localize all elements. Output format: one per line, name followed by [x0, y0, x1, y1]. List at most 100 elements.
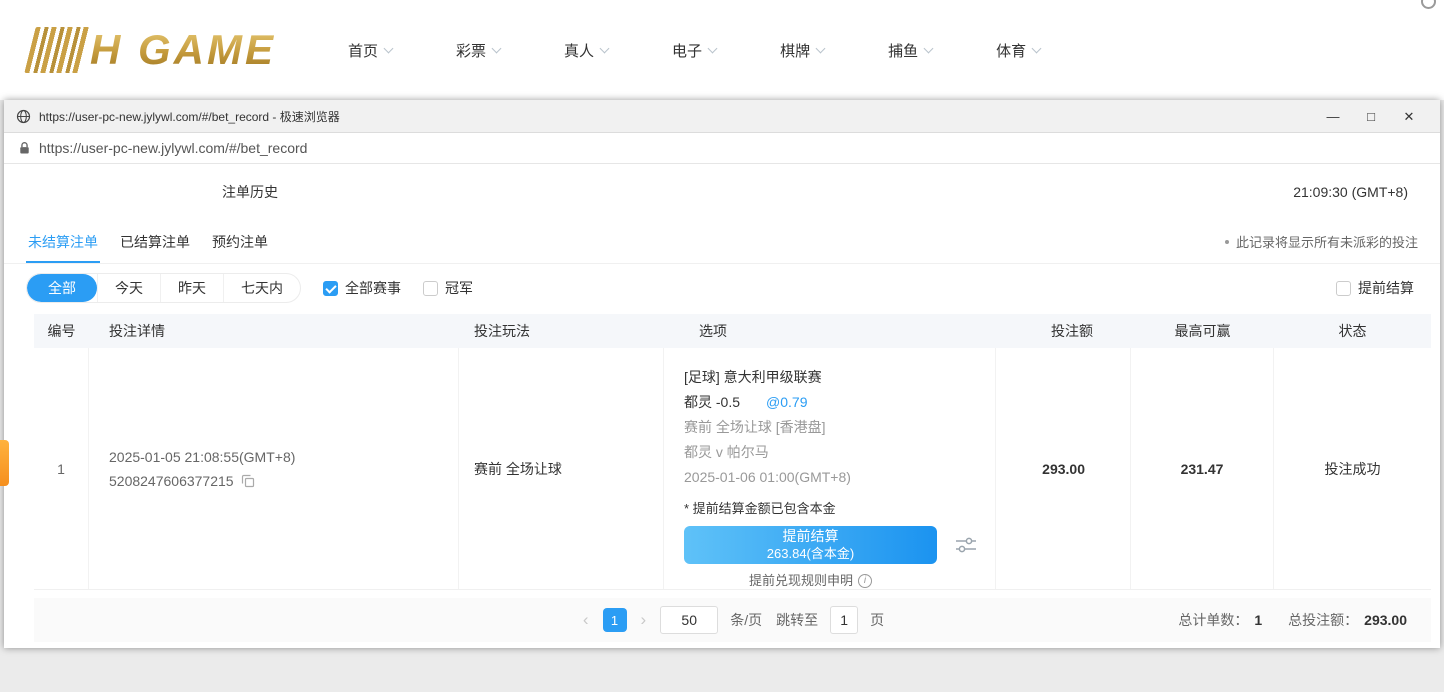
minimize-button[interactable]: —: [1314, 100, 1352, 133]
bullet-dot-icon: [1225, 240, 1229, 244]
close-button[interactable]: ✕: [1390, 100, 1428, 133]
tab-label: 预约注单: [212, 232, 268, 252]
jump-suffix: 页: [870, 610, 884, 630]
all-events-checkbox[interactable]: 全部赛事: [323, 278, 401, 298]
next-page-icon[interactable]: ›: [637, 610, 651, 630]
col-header-stake: 投注额: [996, 321, 1131, 341]
maximize-button[interactable]: □: [1352, 100, 1390, 133]
tab-label: 已结算注单: [120, 232, 190, 252]
page-title: 注单历史: [4, 182, 278, 202]
chevron-down-icon: [384, 43, 394, 53]
tab-reserved[interactable]: 预约注单: [210, 220, 270, 263]
cell-id: 1: [34, 348, 89, 589]
chevron-down-icon: [708, 43, 718, 53]
nav-label: 首页: [348, 40, 378, 61]
date-filter-all[interactable]: 全部: [27, 274, 97, 302]
floating-widget-tab[interactable]: [0, 440, 9, 486]
cell-stake: 293.00: [996, 348, 1131, 589]
nav-label: 捕鱼: [888, 40, 918, 61]
nav-item-home[interactable]: 首页: [348, 40, 392, 61]
total-stake-value: 293.00: [1364, 612, 1407, 628]
page-number-button[interactable]: 1: [603, 608, 627, 632]
totals: 总计单数： 1 总投注额： 293.00: [1178, 610, 1407, 630]
nav-label: 体育: [996, 40, 1026, 61]
info-icon: i: [858, 574, 872, 588]
globe-icon: [16, 109, 31, 124]
jump-page-input[interactable]: [830, 606, 858, 634]
tab-note-text: 此记录将显示所有未派彩的投注: [1236, 232, 1418, 251]
nav-item-live[interactable]: 真人: [564, 40, 608, 61]
tabs-row: 未结算注单 已结算注单 预约注单 此记录将显示所有未派彩的投注: [4, 220, 1440, 264]
nav-item-sports[interactable]: 体育: [996, 40, 1040, 61]
window-controls: — □ ✕: [1314, 100, 1428, 133]
sliders-icon[interactable]: [955, 536, 977, 554]
selection-league: [足球] 意大利甲级联赛: [684, 368, 995, 386]
cell-bet-detail: 2025-01-05 21:08:55(GMT+8) 5208247606377…: [89, 348, 459, 589]
col-header-selection: 选项: [664, 321, 996, 341]
page-size-suffix: 条/页: [730, 610, 762, 630]
selection-pick: 都灵 -0.5@0.79: [684, 393, 995, 411]
browser-window: https://user-pc-new.jylywl.com/#/bet_rec…: [4, 100, 1440, 648]
date-filter-yesterday[interactable]: 昨天: [160, 274, 223, 302]
site-header: H GAME 首页 彩票 真人 电子 棋牌 捕鱼 体育: [0, 0, 1444, 100]
address-bar[interactable]: https://user-pc-new.jylywl.com/#/bet_rec…: [4, 133, 1440, 164]
logo[interactable]: H GAME: [30, 26, 276, 74]
champion-checkbox[interactable]: 冠军: [423, 278, 473, 298]
table-header: 编号 投注详情 投注玩法 选项 投注额 最高可赢 状态: [34, 314, 1431, 348]
total-stake-group: 总投注额： 293.00: [1288, 610, 1407, 630]
bet-record-page: 注单历史 21:09:30 (GMT+8) 未结算注单 已结算注单 预约注单 此…: [4, 164, 1440, 648]
chevron-down-icon: [492, 43, 502, 53]
jump-label: 跳转至: [776, 610, 818, 630]
pagination-bar: ‹ 1 › 条/页 跳转至 页 总计单数： 1 总投注额： 293.00: [34, 598, 1431, 642]
tab-settled[interactable]: 已结算注单: [118, 220, 192, 263]
window-title: https://user-pc-new.jylywl.com/#/bet_rec…: [39, 108, 340, 125]
early-settle-checkbox[interactable]: 提前结算: [1336, 278, 1418, 298]
prev-page-icon[interactable]: ‹: [579, 610, 593, 630]
cashout-rule-text: 提前兑现规则申明: [749, 572, 853, 589]
col-header-status: 状态: [1274, 321, 1431, 341]
browser-titlebar[interactable]: https://user-pc-new.jylywl.com/#/bet_rec…: [4, 100, 1440, 133]
copy-icon[interactable]: [241, 474, 255, 488]
date-filter-today[interactable]: 今天: [97, 274, 160, 302]
nav-item-lottery[interactable]: 彩票: [456, 40, 500, 61]
nav-item-cards[interactable]: 棋牌: [780, 40, 824, 61]
nav-label: 棋牌: [780, 40, 810, 61]
pick-text: 都灵 -0.5: [684, 394, 740, 410]
url-text: https://user-pc-new.jylywl.com/#/bet_rec…: [39, 140, 307, 156]
date-filter-7days[interactable]: 七天内: [223, 274, 300, 302]
cashout-label: 提前结算: [783, 527, 839, 545]
selection-market: 赛前 全场让球 [香港盘]: [684, 418, 995, 436]
date-range-segmented: 全部 今天 昨天 七天内: [26, 273, 301, 303]
cashout-row: 提前结算 263.84(含本金): [684, 526, 995, 564]
cashout-rule-link[interactable]: 提前兑现规则申明 i: [684, 572, 937, 589]
nav-label: 真人: [564, 40, 594, 61]
cell-selection: [足球] 意大利甲级联赛 都灵 -0.5@0.79 赛前 全场让球 [香港盘] …: [664, 348, 996, 589]
checkbox-checked-icon: [323, 281, 338, 296]
nav-item-fishing[interactable]: 捕鱼: [888, 40, 932, 61]
tab-unsettled[interactable]: 未结算注单: [26, 220, 100, 263]
bet-number: 5208247606377215: [109, 473, 234, 489]
selection-match: 都灵 v 帕尔马: [684, 443, 995, 461]
checkbox-label: 全部赛事: [345, 278, 401, 298]
chevron-down-icon: [600, 43, 610, 53]
checkbox-unchecked-icon: [1336, 281, 1351, 296]
page-size-input[interactable]: [660, 606, 718, 634]
total-count-label: 总计单数：: [1178, 610, 1248, 630]
col-header-play: 投注玩法: [459, 321, 664, 341]
chevron-down-icon: [1032, 43, 1042, 53]
nav-item-slots[interactable]: 电子: [672, 40, 716, 61]
col-header-id: 编号: [34, 321, 89, 341]
total-stake-label: 总投注额：: [1288, 610, 1358, 630]
title-row: 注单历史 21:09:30 (GMT+8): [4, 164, 1440, 220]
checkbox-unchecked-icon: [423, 281, 438, 296]
top-right-circle-icon[interactable]: [1421, 0, 1436, 9]
pagination-controls: ‹ 1 › 条/页 跳转至 页: [579, 606, 886, 634]
filter-row: 全部 今天 昨天 七天内 全部赛事 冠军 提前结算: [4, 264, 1440, 312]
chevron-down-icon: [816, 43, 826, 53]
cell-max-win: 231.47: [1131, 348, 1274, 589]
total-count-group: 总计单数： 1: [1178, 610, 1262, 630]
bet-table: 编号 投注详情 投注玩法 选项 投注额 最高可赢 状态 1 2025-01-05…: [34, 314, 1431, 590]
lock-icon: [19, 141, 30, 155]
col-header-maxwin: 最高可赢: [1131, 321, 1274, 341]
cashout-button[interactable]: 提前结算 263.84(含本金): [684, 526, 937, 564]
